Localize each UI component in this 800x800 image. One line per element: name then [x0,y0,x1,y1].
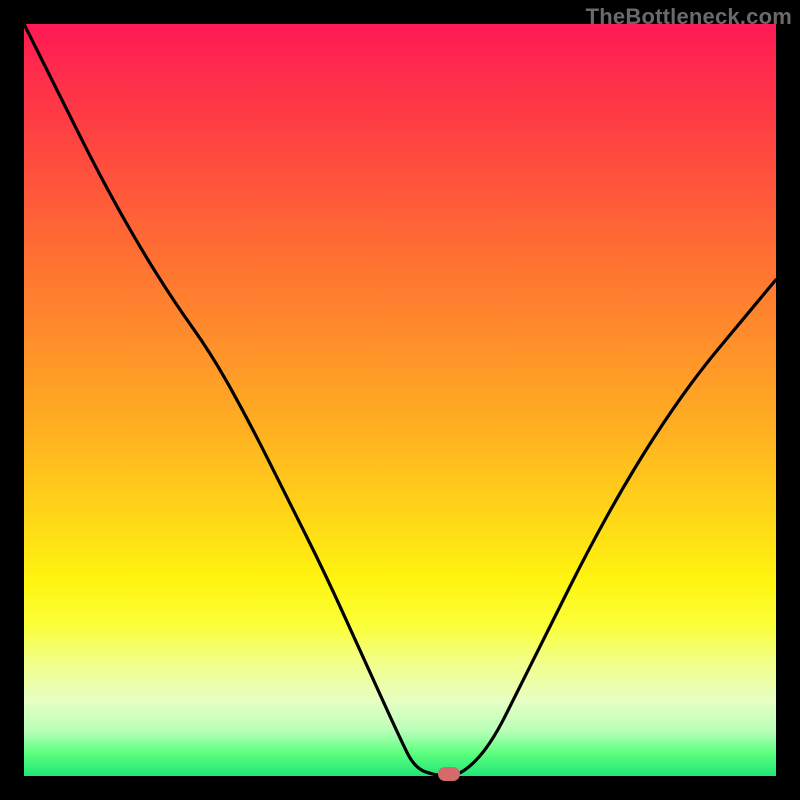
bottleneck-line [24,24,776,776]
chart-plot-area [24,24,776,776]
optimal-point-marker [438,767,460,781]
chart-frame: TheBottleneck.com [0,0,800,800]
bottleneck-curve-path [24,24,776,776]
watermark-text: TheBottleneck.com [586,4,792,30]
